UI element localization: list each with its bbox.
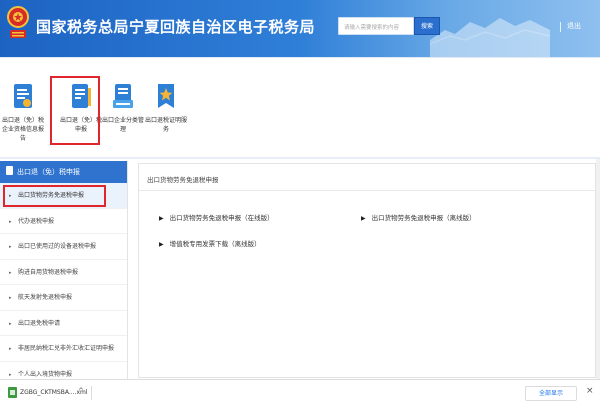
sidebar-item-label: 非居民纳税汇兑非外汇收汇证明申报 xyxy=(18,345,115,352)
site-header: 国家税务总局宁夏回族自治区电子税务局 请输入需要搜索的内容 搜索 退出 xyxy=(0,0,600,57)
sidebar-item-label: 代办退税申报 xyxy=(18,217,55,225)
sidebar-item-agency-declaration[interactable]: ▸ 代办退税申报 xyxy=(0,209,127,234)
online-declaration-link[interactable]: ▶ 出口货物劳务免退税申报（在线版） xyxy=(159,212,274,222)
show-all-downloads-button[interactable]: 全部显示 xyxy=(525,386,577,401)
certificate-service-icon xyxy=(158,84,174,108)
sidebar-item-used-equipment[interactable]: ▸ 出口已使用过的设备退税申报 xyxy=(0,234,127,260)
bullet-icon: ▸ xyxy=(9,346,12,352)
link-label: 出口货物劳务免退税申报（在线版） xyxy=(169,214,274,222)
play-arrow-icon: ▶ xyxy=(159,215,164,222)
close-icon[interactable]: × xyxy=(586,386,594,396)
search-input[interactable]: 请输入需要搜索的内容 xyxy=(338,17,414,35)
bullet-icon: ▸ xyxy=(9,295,12,301)
offline-declaration-link[interactable]: ▶ 出口货物劳务免退税申报（离线版） xyxy=(361,212,476,222)
link-label: 出口货物劳务免退税申报（离线版） xyxy=(371,214,476,222)
link-label: 增值税专用发票下载（离线版） xyxy=(169,240,261,248)
title-divider xyxy=(139,190,595,191)
toolbar-item-enterprise-classification[interactable]: 出口企业分类管理 xyxy=(102,82,144,152)
sidebar-header-label: 出口退（免）税申报 xyxy=(17,168,80,176)
toolbar-item-label: 出口退税证明服务 xyxy=(145,117,188,133)
chevron-up-icon[interactable]: ^ xyxy=(78,387,84,395)
sidebar-item-exemption-application[interactable]: ▸ 出口退免税申请 xyxy=(0,311,127,336)
bullet-icon: ▸ xyxy=(9,371,12,378)
great-wall-banner-decoration xyxy=(430,18,550,57)
sidebar-item-personal-goods[interactable]: ▸ 个人出入境货物申报 xyxy=(0,362,127,380)
sidebar-item-label: 购进自用货物退税申报 xyxy=(18,268,79,276)
sidebar-header[interactable]: 出口退（免）税申报 xyxy=(0,161,127,183)
page: 国家税务总局宁夏回族自治区电子税务局 请输入需要搜索的内容 搜索 退出 出口退（… xyxy=(0,0,600,407)
play-arrow-icon: ▶ xyxy=(159,241,164,248)
file-icon xyxy=(8,387,17,398)
sidebar-item-label: 个人出入境货物申报 xyxy=(18,370,73,378)
main-panel: 出口货物劳务免退税申报 ▶ 出口货物劳务免退税申报（在线版） ▶ 出口货物劳务免退税… xyxy=(138,163,596,378)
toolbar-divider xyxy=(0,157,600,159)
download-bar: ZGBG_CKTMSBA....xml ^ 全部显示 × xyxy=(0,379,600,407)
bullet-icon: ▸ xyxy=(9,269,12,276)
bullet-icon: ▸ xyxy=(9,244,12,250)
sidebar-item-label: 出口退免税申请 xyxy=(18,319,61,327)
vat-invoice-download-link[interactable]: ▶ 增值税专用发票下载（离线版） xyxy=(159,238,261,248)
download-separator xyxy=(91,386,92,400)
site-title: 国家税务总局宁夏回族自治区电子税务局 xyxy=(36,18,316,36)
tax-emblem-logo xyxy=(7,6,29,38)
sidebar-item-label: 出口已使用过的设备退税申报 xyxy=(18,243,97,250)
page-scrollbar[interactable] xyxy=(596,159,600,379)
sidebar-item-aerospace-launch[interactable]: ▸ 航天发射免退税申报 xyxy=(0,285,127,311)
document-icon xyxy=(6,166,13,175)
toolbar-item-label: 出口企业分类管理 xyxy=(102,117,145,133)
toolbar-item-qualification-report[interactable]: 出口退（免）税企业资格信息报告 xyxy=(2,82,44,152)
toolbar-top-border xyxy=(0,57,600,58)
play-arrow-icon: ▶ xyxy=(361,215,366,222)
search-button[interactable]: 搜索 xyxy=(414,17,440,35)
classification-icon xyxy=(113,84,133,108)
sidebar-highlight-annotation xyxy=(3,185,106,207)
toolbar-item-label: 出口退（免）税企业资格信息报告 xyxy=(2,117,45,142)
toolbar-item-certificate-service[interactable]: 出口退税证明服务 xyxy=(145,82,187,152)
sidebar-item-self-use-goods[interactable]: ▸ 购进自用货物退税申报 xyxy=(0,260,127,285)
page-title: 出口货物劳务免退税申报 xyxy=(147,176,219,184)
sidebar-item-label: 航天发射免退税申报 xyxy=(18,294,73,301)
toolbar-highlight-annotation xyxy=(50,76,100,145)
header-separator xyxy=(560,22,561,32)
bullet-icon: ▸ xyxy=(9,218,12,225)
logout-link[interactable]: 退出 xyxy=(567,21,581,31)
report-form-icon xyxy=(14,84,32,108)
sidebar-item-non-resident-certificate[interactable]: ▸ 非居民纳税汇兑非外汇收汇证明申报 xyxy=(0,336,127,362)
bullet-icon: ▸ xyxy=(9,320,12,327)
